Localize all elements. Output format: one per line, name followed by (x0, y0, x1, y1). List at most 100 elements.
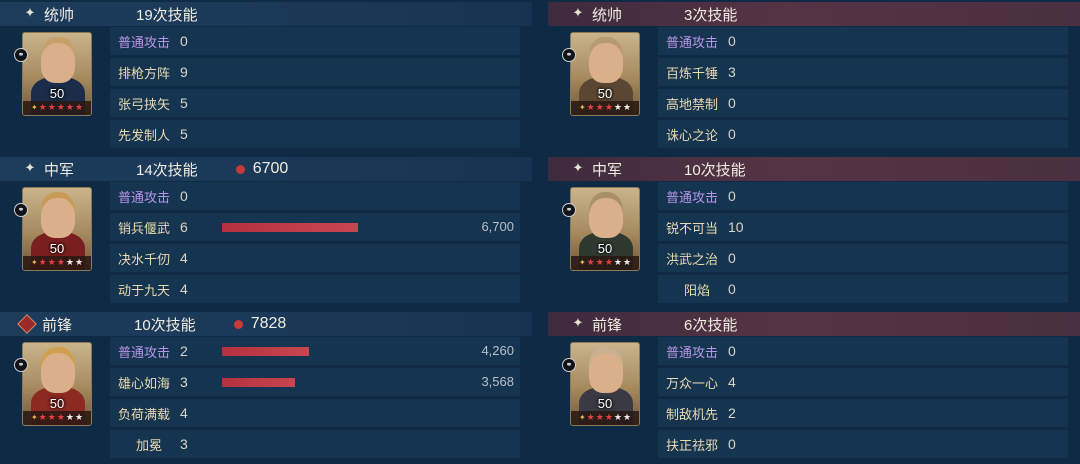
skill-row[interactable]: 排枪方阵 9 (110, 58, 520, 86)
skill-row[interactable]: 扶正祛邪 0 (658, 430, 1068, 458)
general-portrait[interactable]: 50 ✦ ★ ★ ★ ★ ★ (570, 342, 640, 426)
general-level: 50 (597, 241, 613, 256)
skill-row[interactable]: 负荷满载 4 (110, 399, 520, 427)
skill-row[interactable]: 阳焰 0 (658, 275, 1068, 303)
damage-bar (222, 378, 295, 387)
position-label: 中军 (592, 161, 623, 179)
skill-times: 2 (180, 343, 188, 359)
star-rating: ✦ ★ ★ ★ ★ ★ (571, 101, 639, 115)
skill-row[interactable]: 高地禁制 0 (658, 89, 1068, 117)
damage-value: 4,260 (481, 343, 514, 358)
right-section-1: ✦ 中军 10次技能 50 ✦ ★ ★ ★ ★ ★ ⚭ 普通攻击 0 锐不可当 10 洪武之治 0 阳焰 0 (548, 155, 1080, 309)
skill-row[interactable]: 销兵偃武 6 6,700 (110, 213, 520, 241)
skill-row[interactable]: 决水千仞 4 (110, 244, 520, 272)
skill-row[interactable]: 制敌机先 2 (658, 399, 1068, 427)
skill-row[interactable]: 锐不可当 10 (658, 213, 1068, 241)
star-icon: ★ (56, 103, 65, 113)
skill-times: 3 (180, 436, 188, 452)
skill-row[interactable]: 普通攻击 0 (110, 182, 520, 210)
skill-name: 诛心之论 (666, 127, 719, 143)
damage-value: 6,700 (481, 219, 514, 234)
star-icon: ★ (604, 103, 613, 113)
troop-type-icon: ⚭ (562, 203, 576, 217)
skill-row[interactable]: 动于九天 4 (110, 275, 520, 303)
skill-name: 加冕 (135, 437, 162, 453)
skill-times: 4 (180, 281, 188, 297)
general-portrait[interactable]: 50 ✦ ★ ★ ★ ★ ★ (22, 187, 92, 271)
skill-row[interactable]: 加冕 3 (110, 430, 520, 458)
star-icon: ★ (38, 103, 47, 113)
skill-name: 决水千仞 (118, 251, 171, 267)
skill-count: 3次技能 (684, 6, 738, 24)
star-icon: ★ (47, 103, 56, 113)
skill-row[interactable]: 普通攻击 0 (658, 337, 1068, 365)
damage-bar (222, 347, 309, 356)
skill-name: 负荷满载 (118, 406, 171, 422)
skill-list: 普通攻击 0 销兵偃武 6 6,700 决水千仞 4 动于九天 4 (110, 182, 520, 306)
awaken-icon: ✦ (578, 103, 586, 112)
general-level: 50 (49, 86, 65, 101)
general-portrait[interactable]: 50 ✦ ★ ★ ★ ★ ★ (22, 32, 92, 116)
star-icon: ★ (38, 413, 47, 423)
left-section-2: 前锋 10次技能 7828 50 ✦ ★ ★ ★ ★ ★ ⚭ 普通攻击 2 4,260 雄心如海 3 3,568… (0, 310, 532, 464)
general-level: 50 (49, 241, 65, 256)
portrait-face (589, 353, 623, 393)
skill-row[interactable]: 诛心之论 0 (658, 120, 1068, 148)
skill-row[interactable]: 洪武之治 0 (658, 244, 1068, 272)
position-label: 统帅 (592, 6, 623, 24)
skill-list: 普通攻击 0 万众一心 4 制敌机先 2 扶正祛邪 0 (658, 337, 1068, 461)
skill-row[interactable]: 普通攻击 0 (658, 182, 1068, 210)
general-portrait[interactable]: 50 ✦ ★ ★ ★ ★ ★ (570, 32, 640, 116)
general-portrait[interactable]: 50 ✦ ★ ★ ★ ★ ★ (22, 342, 92, 426)
portrait-face (41, 43, 75, 83)
star-icon: ★ (622, 413, 632, 423)
skill-times: 5 (180, 126, 188, 142)
skill-times: 0 (728, 126, 736, 142)
star-icon: ★ (595, 103, 604, 113)
sparkle-icon: ✦ (572, 316, 584, 331)
star-icon: ★ (47, 258, 56, 268)
skill-name: 普通攻击 (666, 344, 719, 360)
skill-times: 4 (728, 374, 736, 390)
star-icon: ★ (622, 258, 632, 268)
star-rating: ✦ ★ ★ ★ ★ ★ (23, 256, 91, 270)
left-section-1: ✦ 中军 14次技能 6700 50 ✦ ★ ★ ★ ★ ★ ⚭ 普通攻击 0 销兵偃武 6 6,700 决水千仞… (0, 155, 532, 309)
skill-row[interactable]: 普通攻击 2 4,260 (110, 337, 520, 365)
skill-name: 普通攻击 (118, 344, 171, 360)
skill-count: 19次技能 (136, 6, 198, 24)
skill-name: 百炼千锤 (666, 65, 719, 81)
position-label: 统帅 (44, 6, 75, 24)
star-icon: ★ (74, 103, 84, 113)
general-level: 50 (597, 86, 613, 101)
star-icon: ★ (586, 103, 595, 113)
skill-row[interactable]: 普通攻击 0 (658, 27, 1068, 55)
skill-times: 0 (728, 436, 736, 452)
skill-row[interactable]: 先发制人 5 (110, 120, 520, 148)
skill-list: 普通攻击 0 排枪方阵 9 张弓挟矢 5 先发制人 5 (110, 27, 520, 151)
skill-row[interactable]: 万众一心 4 (658, 368, 1068, 396)
skill-row[interactable]: 张弓挟矢 5 (110, 89, 520, 117)
skill-name: 阳焰 (683, 282, 710, 298)
damage-bar (222, 223, 358, 232)
skill-times: 3 (728, 64, 736, 80)
star-icon: ★ (586, 413, 595, 423)
general-portrait[interactable]: 50 ✦ ★ ★ ★ ★ ★ (570, 187, 640, 271)
awaken-icon: ✦ (30, 258, 38, 267)
damage-dot-icon (233, 319, 243, 329)
skill-row[interactable]: 百炼千锤 3 (658, 58, 1068, 86)
skill-name: 制敌机先 (666, 406, 719, 422)
skill-times: 0 (180, 188, 188, 204)
skill-name: 销兵偃武 (118, 220, 171, 236)
troop-type-icon: ⚭ (562, 358, 576, 372)
skill-row[interactable]: 雄心如海 3 3,568 (110, 368, 520, 396)
sparkle-icon: ✦ (24, 161, 36, 176)
skill-list: 普通攻击 0 百炼千锤 3 高地禁制 0 诛心之论 0 (658, 27, 1068, 151)
skill-times: 5 (180, 95, 188, 111)
skill-list: 普通攻击 0 锐不可当 10 洪武之治 0 阳焰 0 (658, 182, 1068, 306)
skill-count: 10次技能 (684, 161, 746, 179)
star-icon: ★ (613, 103, 622, 113)
skill-row[interactable]: 普通攻击 0 (110, 27, 520, 55)
section-header: ✦ 统帅 19次技能 (0, 2, 532, 26)
skill-times: 0 (180, 33, 188, 49)
star-icon: ★ (65, 103, 74, 113)
